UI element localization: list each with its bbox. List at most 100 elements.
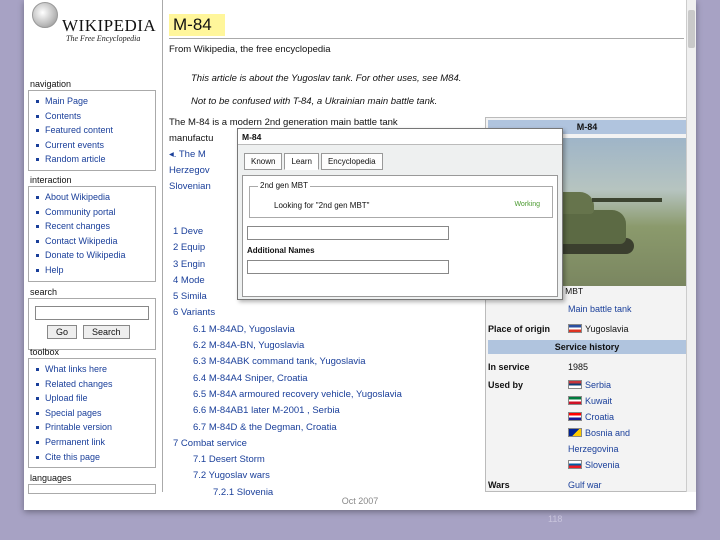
go-button[interactable]: Go xyxy=(47,325,78,339)
mbt-fieldset: 2nd gen MBT Looking for "2nd gen MBT" Wo… xyxy=(249,181,553,218)
navigation-portlet: navigation Main Page Contents Featured c… xyxy=(28,78,156,171)
languages-portlet: languages xyxy=(28,472,156,494)
nav-main-page[interactable]: Main Page xyxy=(33,94,151,109)
known-name-field[interactable] xyxy=(247,226,449,240)
toc-item[interactable]: 6.2 M-84A-BN, Yugoslavia xyxy=(173,338,402,354)
wikipedia-logo[interactable]: WIKIPEDIA The Free Encyclopedia xyxy=(30,0,157,64)
yugoslavia-flag-icon xyxy=(568,324,582,333)
m84-dialog: M-84 Known Learn Encyclopedia 2nd gen MB… xyxy=(237,128,563,300)
tank-gun xyxy=(592,198,662,202)
slide-number: 118 xyxy=(548,514,563,524)
navigation-title: navigation xyxy=(30,79,72,89)
additional-names-field[interactable] xyxy=(247,260,449,274)
tool-what-links-here[interactable]: What links here xyxy=(33,362,151,377)
wars-value[interactable]: Gulf war xyxy=(568,480,602,490)
lead-line-3[interactable]: ◂. The M xyxy=(169,149,206,160)
dialog-title[interactable]: M-84 xyxy=(238,129,562,145)
nav-contact[interactable]: Contact Wikipedia xyxy=(33,234,151,249)
logo-title: WIKIPEDIA xyxy=(62,16,157,35)
title-divider xyxy=(169,38,684,39)
site-sub: From Wikipedia, the free encyclopedia xyxy=(169,44,331,55)
used-by-croatia[interactable]: Croatia xyxy=(568,412,614,422)
type-value[interactable]: Main battle tank xyxy=(568,304,632,314)
toc-item[interactable]: 7.2 Yugoslav wars xyxy=(173,468,402,484)
toc-item[interactable]: 6.3 M-84ABK command tank, Yugoslavia xyxy=(173,354,402,370)
toc-item[interactable]: 6.1 M-84AD, Yugoslavia xyxy=(173,322,402,338)
tool-upload-file[interactable]: Upload file xyxy=(33,391,151,406)
search-portlet: search Go Search xyxy=(28,286,156,350)
nav-about[interactable]: About Wikipedia xyxy=(33,190,151,205)
dialog-panel: 2nd gen MBT Looking for "2nd gen MBT" Wo… xyxy=(242,175,558,297)
toolbox-portlet: toolbox What links here Related changes … xyxy=(28,346,156,469)
tool-related-changes[interactable]: Related changes xyxy=(33,377,151,392)
toc-item[interactable]: 6.6 M-84AB1 later M-2001 , Serbia xyxy=(173,403,402,419)
toc-item[interactable]: 6 Variants xyxy=(173,305,402,321)
origin-key: Place of origin xyxy=(488,324,551,334)
toolbox-title: toolbox xyxy=(30,347,60,357)
used-by-slovenia-label: Slovenia xyxy=(585,460,620,470)
fieldset-legend: 2nd gen MBT xyxy=(258,181,311,190)
lead-line-5[interactable]: Slovenian xyxy=(169,181,211,192)
used-by-herzegovina[interactable]: Herzegovina xyxy=(568,444,619,454)
used-by-croatia-label: Croatia xyxy=(585,412,615,422)
origin-value: Yugoslavia xyxy=(568,324,629,334)
nav-random-article[interactable]: Random article xyxy=(33,152,151,167)
kuwait-flag-icon xyxy=(568,396,582,405)
nav-community-portal[interactable]: Community portal xyxy=(33,205,151,220)
toc-item[interactable]: 6.5 M-84A armoured recovery vehicle, Yug… xyxy=(173,387,402,403)
slovenia-flag-icon xyxy=(568,460,582,469)
logo-subtitle: The Free Encyclopedia xyxy=(66,34,141,43)
serbia-flag-icon xyxy=(568,380,582,389)
looking-for-text: Looking for "2nd gen MBT" xyxy=(274,201,370,210)
nav-contents[interactable]: Contents xyxy=(33,109,151,124)
hatnote-not-confused[interactable]: Not to be confused with T-84, a Ukrainia… xyxy=(191,96,437,107)
bosnia-flag-icon xyxy=(568,428,582,437)
additional-names-label: Additional Names xyxy=(247,246,315,255)
nav-donate[interactable]: Donate to Wikipedia xyxy=(33,248,151,263)
toc-item[interactable]: 7.1 Desert Storm xyxy=(173,452,402,468)
tool-printable-version[interactable]: Printable version xyxy=(33,420,151,435)
nav-recent-changes[interactable]: Recent changes xyxy=(33,219,151,234)
dialog-tabs: Known Learn Encyclopedia xyxy=(244,153,383,170)
nav-help[interactable]: Help xyxy=(33,263,151,278)
used-by-bosnia[interactable]: Bosnia and xyxy=(568,428,630,438)
toc-item[interactable]: 7 Combat service xyxy=(173,436,402,452)
tool-special-pages[interactable]: Special pages xyxy=(33,406,151,421)
slide-footer: Oct 2007 xyxy=(341,496,379,506)
slide: WIKIPEDIA The Free Encyclopedia navigati… xyxy=(24,0,696,510)
used-by-kuwait-label: Kuwait xyxy=(585,396,613,406)
in-service-value: 1985 xyxy=(568,362,589,372)
tab-known[interactable]: Known xyxy=(244,153,283,170)
interaction-title: interaction xyxy=(30,175,72,185)
working-status: Working xyxy=(514,201,540,208)
sidebar: WIKIPEDIA The Free Encyclopedia navigati… xyxy=(28,0,157,494)
used-by-herzegovina-label: Herzegovina xyxy=(568,444,619,454)
used-by-serbia-label: Serbia xyxy=(585,380,612,390)
used-by-slovenia[interactable]: Slovenia xyxy=(568,460,620,470)
lead-line-2: manufactu xyxy=(169,133,214,144)
used-by-serbia[interactable]: Serbia xyxy=(568,380,611,390)
search-title: search xyxy=(30,287,58,297)
croatia-flag-icon xyxy=(568,412,582,421)
used-by-key: Used by xyxy=(488,380,524,390)
hatnote-disambiguation[interactable]: This article is about the Yugoslav tank.… xyxy=(191,73,461,84)
tool-permanent-link[interactable]: Permanent link xyxy=(33,435,151,450)
search-input[interactable] xyxy=(35,306,149,320)
nav-featured-content[interactable]: Featured content xyxy=(33,123,151,138)
nav-current-events[interactable]: Current events xyxy=(33,138,151,153)
used-by-kuwait[interactable]: Kuwait xyxy=(568,396,612,406)
wars-key: Wars xyxy=(488,480,510,490)
tab-learn[interactable]: Learn xyxy=(284,153,319,170)
lead-line-4[interactable]: Herzegov xyxy=(169,165,210,176)
lead-line-1: The M-84 is a modern 2nd generation main… xyxy=(169,117,398,128)
in-service-key: In service xyxy=(488,362,530,372)
page-title: M-84 xyxy=(169,14,225,36)
interaction-portlet: interaction About Wikipedia Community po… xyxy=(28,174,156,282)
page-scrollbar[interactable] xyxy=(686,0,696,492)
tab-encyclopedia[interactable]: Encyclopedia xyxy=(320,153,383,170)
tool-cite-page[interactable]: Cite this page xyxy=(33,450,151,465)
toc-item[interactable]: 6.7 M-84D & the Degman, Croatia xyxy=(173,420,402,436)
search-button[interactable]: Search xyxy=(83,325,130,339)
scrollbar-thumb[interactable] xyxy=(688,10,695,48)
toc-item[interactable]: 6.4 M-84A4 Sniper, Croatia xyxy=(173,371,402,387)
